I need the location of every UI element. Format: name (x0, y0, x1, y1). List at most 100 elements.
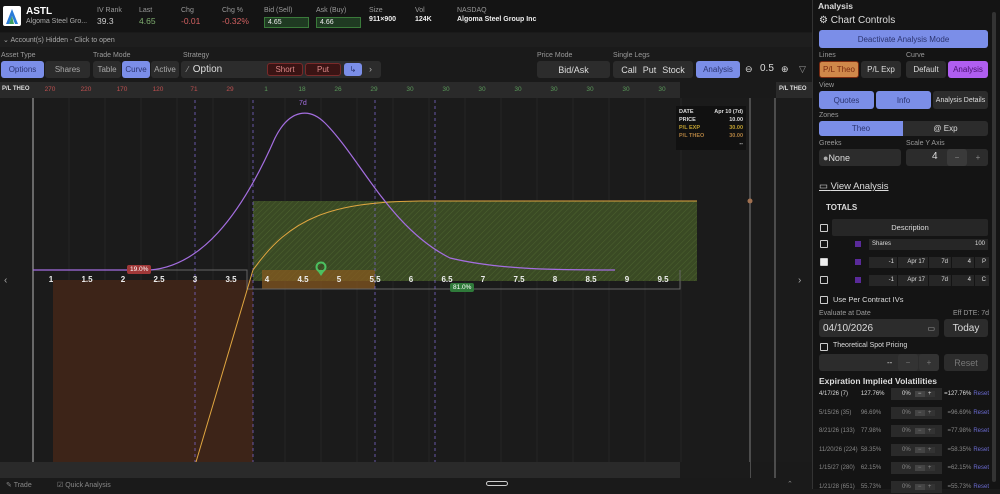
leg-cell[interactable]: 7d (929, 257, 951, 268)
per-contract-iv-checkbox[interactable] (820, 296, 828, 304)
iv-decrement-button[interactable]: − (915, 465, 925, 471)
shares-button[interactable]: Shares (45, 61, 90, 78)
spot-pricing-checkbox[interactable] (820, 343, 828, 351)
iv-adjust-input[interactable]: 0% (891, 410, 911, 416)
iv-decrement-button[interactable]: − (915, 428, 925, 434)
leg-cell[interactable]: Apr 17 (898, 257, 928, 268)
leg-checkbox[interactable] (820, 258, 828, 266)
leg-cell[interactable]: C (975, 275, 989, 286)
quote-field-label: Chg (181, 7, 194, 14)
tooltip-key: PRICE (679, 116, 696, 124)
scroll-left-icon[interactable]: ‹ (4, 275, 7, 286)
spot-increment-button[interactable]: + (919, 354, 939, 371)
resize-handle[interactable] (486, 481, 508, 486)
pl-exp-button[interactable]: P/L Exp (861, 61, 901, 78)
iv-increment-button[interactable]: + (925, 391, 935, 397)
quote-field-label: Chg % (222, 7, 243, 14)
panel-scrollbar[interactable] (992, 12, 996, 482)
pl-value: 26 (334, 86, 341, 93)
scale-y-value[interactable]: 4 (932, 151, 938, 162)
pl-chart[interactable] (0, 98, 812, 478)
call-button[interactable]: Call (621, 65, 637, 75)
leg-cell[interactable]: -1 (869, 257, 897, 268)
table-button[interactable]: Table (93, 61, 121, 78)
pl-value: 30 (550, 86, 557, 93)
increment-button[interactable]: + (968, 149, 988, 166)
price-tick-label: 2.5 (153, 275, 164, 284)
iv-adjust-input[interactable]: 0% (891, 447, 911, 453)
iv-reset-link[interactable]: Reset (973, 465, 989, 471)
chevron-right-icon[interactable]: › (369, 64, 372, 74)
iv-increment-button[interactable]: + (925, 447, 935, 453)
quote-field-label: IV Rank (97, 7, 122, 14)
deactivate-analysis-button[interactable]: Deactivate Analysis Mode (819, 30, 988, 48)
pl-theo-right-label: P/L THEO (776, 82, 812, 98)
leg-cell[interactable]: 4 (952, 275, 974, 286)
active-button[interactable]: Active (151, 61, 179, 78)
quote-field-value[interactable]: 4.65 (264, 17, 309, 28)
iv-reset-link[interactable]: Reset (973, 410, 989, 416)
leg-cells[interactable]: Shares100 (869, 239, 988, 250)
quotes-button[interactable]: Quotes (819, 91, 874, 109)
zoom-out-icon[interactable]: ⊖ (745, 64, 753, 75)
put-button[interactable]: Put (305, 63, 341, 76)
eval-date-input[interactable]: 04/10/2026▭ (819, 319, 939, 337)
analysis-button[interactable]: Analysis (696, 61, 740, 78)
trade-tab[interactable]: ✎ Trade (6, 481, 32, 489)
quick-analysis-tab[interactable]: ☑ Quick Analysis (57, 481, 111, 489)
leg-checkbox[interactable] (820, 240, 828, 248)
spot-reset-button[interactable]: Reset (944, 354, 988, 371)
zoom-level: 0.5 (760, 63, 774, 74)
stock-button[interactable]: Stock (662, 65, 685, 75)
default-curve-button[interactable]: Default (906, 61, 946, 78)
leg-checkbox[interactable] (820, 276, 828, 284)
price-tick-label: 9 (625, 275, 629, 284)
iv-decrement-button[interactable]: − (915, 410, 925, 416)
zoom-in-icon[interactable]: ⊕ (781, 64, 789, 75)
theo-zone-button[interactable]: Theo (819, 121, 903, 136)
iv-decrement-button[interactable]: − (915, 391, 925, 397)
view-analysis-link[interactable]: ▭ View Analysis (819, 181, 889, 192)
curve-button[interactable]: Curve (122, 61, 150, 78)
greeks-select[interactable]: ● None (819, 149, 901, 166)
chevron-up-icon[interactable]: ⌃ (787, 480, 793, 488)
options-button[interactable]: Options (1, 61, 44, 78)
iv-adjust-input[interactable]: 0% (891, 391, 911, 397)
decrement-button[interactable]: − (947, 149, 967, 166)
scroll-right-icon[interactable]: › (798, 275, 801, 286)
iv-reset-link[interactable]: Reset (973, 391, 989, 397)
leg-color-swatch (855, 259, 861, 265)
leg-cell[interactable]: Apr 17 (898, 275, 928, 286)
price-mode-select[interactable]: Bid/Ask (537, 61, 610, 78)
today-button[interactable]: Today (944, 319, 988, 337)
leg-cell[interactable]: 4 (952, 257, 974, 268)
account-bar[interactable]: ⌄ Account(s) Hidden - Click to open (0, 33, 812, 47)
exp-zone-button[interactable]: @ Exp (903, 121, 988, 136)
iv-adjust-input[interactable]: 0% (891, 465, 911, 471)
link-icon[interactable]: ↳ (344, 63, 362, 76)
iv-row: 1/21/28 (651)55.73% 0%−+ =55.73%Reset (819, 480, 989, 494)
iv-increment-button[interactable]: + (925, 410, 935, 416)
iv-adjust-input[interactable]: 0% (891, 428, 911, 434)
leg-cell[interactable]: P (975, 257, 989, 268)
analysis-details-button[interactable]: Analysis Details (933, 91, 988, 109)
spot-decrement-button[interactable]: − (898, 354, 918, 371)
pl-theo-button[interactable]: P/L Theo (819, 61, 859, 78)
select-all-checkbox[interactable] (820, 224, 828, 232)
info-button[interactable]: Info (876, 91, 931, 109)
iv-increment-button[interactable]: + (925, 465, 935, 471)
iv-reset-link[interactable]: Reset (973, 447, 989, 453)
leg-cell[interactable]: -1 (869, 275, 897, 286)
quote-field-label: Ask (Buy) (316, 7, 346, 14)
filter-icon[interactable]: ▽ (799, 64, 806, 75)
put-leg-button[interactable]: Put (643, 65, 657, 75)
panel-title: Analysis (818, 1, 853, 11)
analysis-curve-button[interactable]: Analysis (948, 61, 988, 78)
short-button[interactable]: Short (267, 63, 303, 76)
iv-increment-button[interactable]: + (925, 428, 935, 434)
leg-cell[interactable]: 7d (929, 275, 951, 286)
quote-field-value[interactable]: 4.66 (316, 17, 361, 28)
price-tick-label: 1.5 (81, 275, 92, 284)
iv-reset-link[interactable]: Reset (973, 428, 989, 434)
iv-decrement-button[interactable]: − (915, 447, 925, 453)
